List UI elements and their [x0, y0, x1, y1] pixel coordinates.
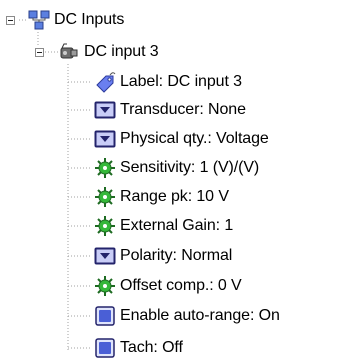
tag-icon	[96, 72, 116, 93]
property-label[interactable]: Label: DC input 3	[94, 70, 242, 94]
property-physical-qty[interactable]: Physical qty.: Voltage	[94, 127, 269, 151]
property-text: Enable auto-range: On	[120, 307, 280, 324]
tree-node-dc-input-3[interactable]: DC input 3	[58, 40, 159, 64]
dropdown-icon	[94, 101, 116, 119]
property-text: Label: DC input 3	[120, 73, 242, 90]
gear-green-icon	[95, 187, 115, 207]
network-group-icon	[28, 10, 50, 30]
property-external-gain[interactable]: External Gain: 1	[94, 214, 233, 238]
property-sensitivity[interactable]: Sensitivity: 1 (V)/(V)	[94, 156, 259, 180]
dropdown-icon	[94, 130, 116, 148]
tree-node-label: DC Inputs	[54, 11, 125, 28]
checkbox-icon	[95, 306, 115, 326]
tree-node-dc-inputs[interactable]: DC Inputs	[28, 8, 124, 32]
property-tree: DC Inputs DC input 3 Label: DC input 3 T…	[0, 0, 363, 360]
property-text: Polarity: Normal	[120, 247, 233, 264]
sensor-probe-icon	[60, 43, 78, 59]
gear-green-icon	[95, 158, 115, 178]
property-polarity[interactable]: Polarity: Normal	[94, 244, 232, 268]
tree-node-label: DC input 3	[84, 43, 159, 60]
channel-collapse-toggle[interactable]	[35, 48, 44, 57]
gear-green-icon	[95, 216, 115, 236]
property-transducer[interactable]: Transducer: None	[94, 98, 246, 122]
property-text: Physical qty.: Voltage	[120, 130, 269, 147]
property-range-pk[interactable]: Range pk: 10 V	[94, 185, 229, 209]
property-text: Tach: Off	[120, 339, 183, 356]
checkbox-icon	[95, 338, 115, 358]
property-offset-comp[interactable]: Offset comp.: 0 V	[94, 274, 242, 298]
property-text: Offset comp.: 0 V	[120, 277, 242, 294]
property-text: Transducer: None	[120, 101, 246, 118]
property-text: External Gain: 1	[120, 217, 234, 234]
property-text: Range pk: 10 V	[120, 188, 229, 205]
dropdown-icon	[94, 247, 116, 265]
property-tach[interactable]: Tach: Off	[94, 336, 183, 360]
property-enable-auto-range[interactable]: Enable auto-range: On	[94, 304, 280, 328]
root-collapse-toggle[interactable]	[6, 16, 15, 25]
gear-green-icon	[95, 276, 115, 296]
property-text: Sensitivity: 1 (V)/(V)	[120, 159, 260, 176]
